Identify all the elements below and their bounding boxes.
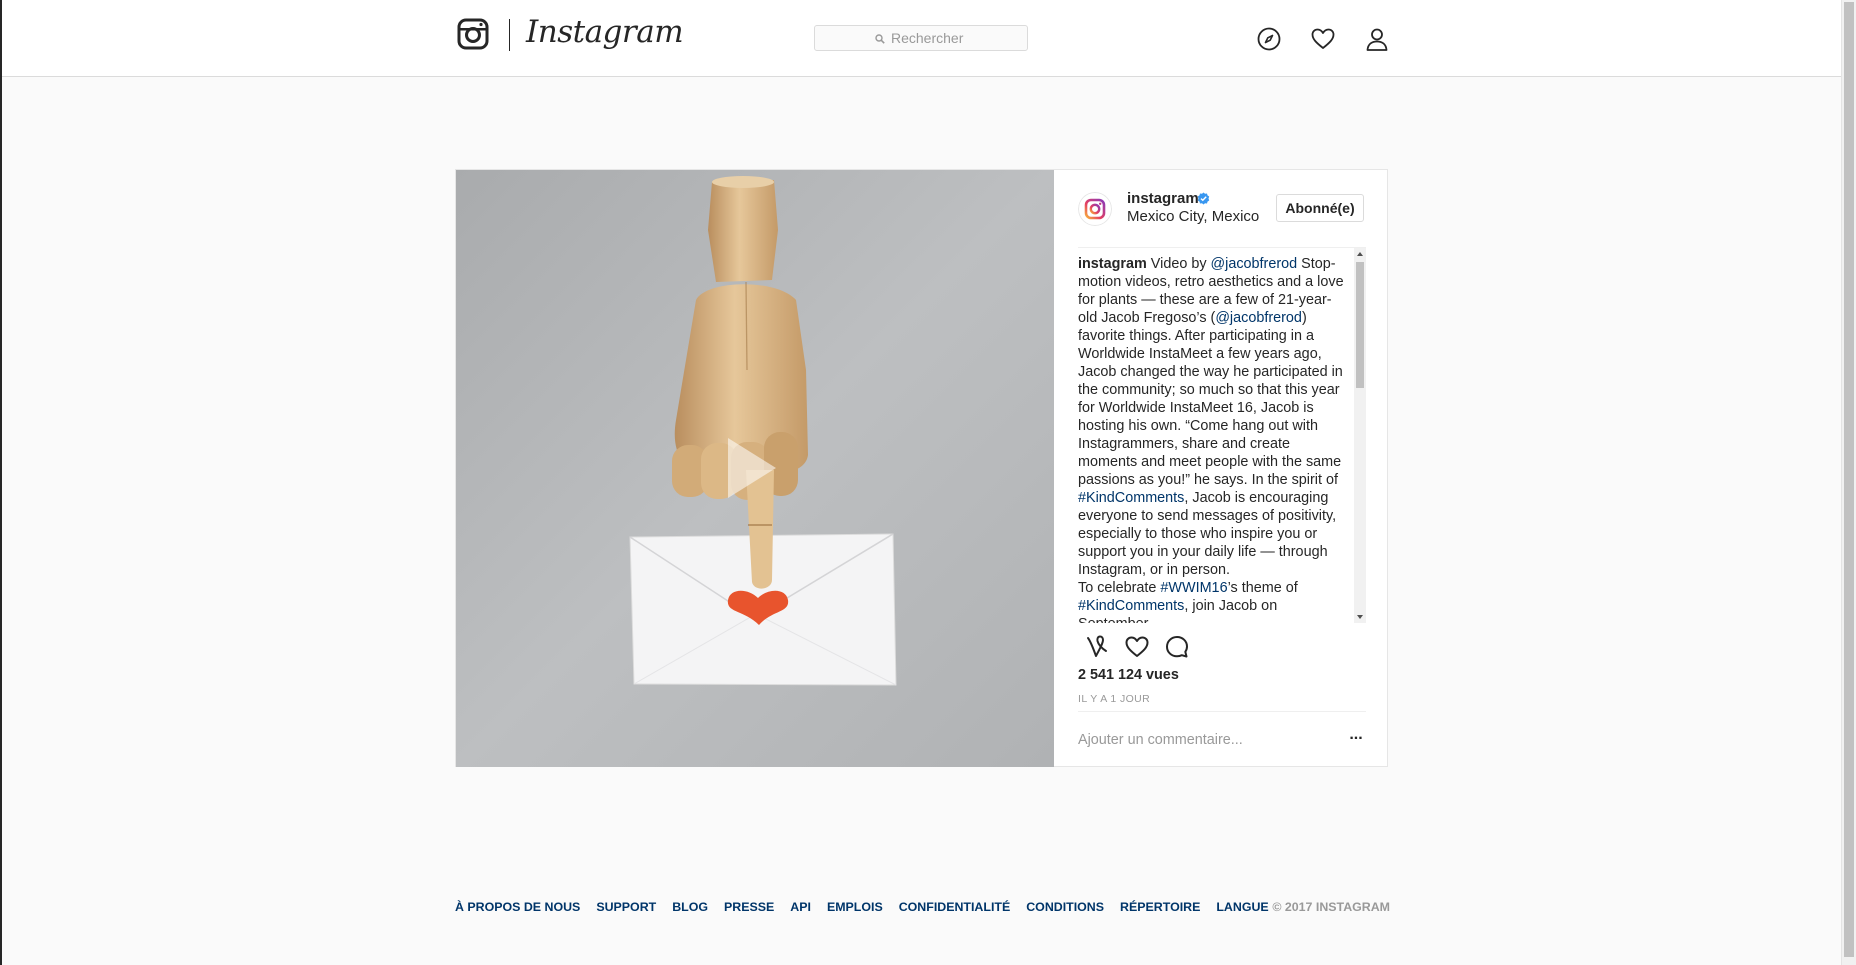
profile-icon[interactable] [1364, 26, 1390, 52]
footer-link-api[interactable]: API [790, 900, 811, 914]
instagram-camera-icon[interactable] [457, 18, 489, 50]
window-edge [0, 0, 2, 965]
page-footer: À PROPOS DE NOUS SUPPORT BLOG PRESSE API… [455, 900, 1390, 920]
profile-avatar[interactable] [1078, 192, 1112, 226]
compass-icon[interactable] [1256, 26, 1282, 52]
hashtag-link[interactable]: #WWIM16 [1160, 580, 1227, 596]
caption-username[interactable]: instagram [1078, 256, 1147, 272]
post-timestamp[interactable]: IL Y A 1 JOUR [1078, 693, 1150, 705]
page-scrollbar[interactable] [1841, 0, 1856, 965]
more-options-button[interactable]: ... [1346, 727, 1366, 748]
logo-divider [509, 19, 510, 51]
heart-icon[interactable] [1310, 26, 1336, 52]
instagram-wordmark[interactable]: Instagram [526, 14, 684, 50]
follow-button[interactable]: Abonné(e) [1276, 194, 1364, 222]
search-box[interactable] [814, 25, 1028, 51]
like-heart-icon[interactable] [1124, 634, 1150, 660]
footer-link-directory[interactable]: RÉPERTOIRE [1120, 900, 1200, 914]
scroll-up-arrow-icon[interactable] [1354, 248, 1366, 260]
footer-link-about[interactable]: À PROPOS DE NOUS [455, 900, 580, 914]
hashtag-link[interactable]: #KindComments [1078, 598, 1184, 614]
footer-link-jobs[interactable]: EMPLOIS [827, 900, 883, 914]
search-icon [875, 34, 885, 44]
footer-links: À PROPOS DE NOUS SUPPORT BLOG PRESSE API… [455, 900, 1285, 914]
scroll-down-arrow-icon[interactable] [1354, 611, 1366, 623]
video-frame [456, 170, 1054, 767]
add-comment-input[interactable] [1078, 728, 1328, 752]
scrollbar-thumb[interactable] [1356, 262, 1364, 388]
post-video[interactable] [456, 170, 1054, 767]
caption-text: Video by [1146, 256, 1211, 272]
footer-link-privacy[interactable]: CONFIDENTIALITÉ [899, 900, 1011, 914]
verified-badge-icon [1197, 192, 1210, 205]
post-sidebar: instagram Mexico City, Mexico Abonné(e) … [1054, 170, 1388, 767]
post-caption: instagram Video by @jacobfrerod Stop-mot… [1078, 255, 1348, 623]
hashtag-link[interactable]: #KindComments [1078, 490, 1184, 506]
footer-link-blog[interactable]: BLOG [672, 900, 708, 914]
caption-scrollbar[interactable] [1354, 248, 1366, 623]
vine-icon[interactable] [1084, 634, 1110, 660]
search-input[interactable] [891, 28, 1021, 48]
caption-text: ) favorite things. After participating i… [1078, 310, 1343, 488]
comment-divider [1078, 711, 1366, 712]
page-scrollbar-thumb[interactable] [1844, 2, 1854, 957]
post-header: instagram Mexico City, Mexico Abonné(e) [1054, 170, 1388, 248]
mention-link[interactable]: @jacobfrerod [1215, 310, 1302, 326]
view-count: 2 541 124 vues [1078, 667, 1179, 683]
caption-text: ’s theme of [1227, 580, 1298, 596]
post-username[interactable]: instagram [1127, 190, 1199, 207]
footer-link-terms[interactable]: CONDITIONS [1026, 900, 1104, 914]
mention-link[interactable]: @jacobfrerod [1211, 256, 1298, 272]
post-card: instagram Mexico City, Mexico Abonné(e) … [455, 169, 1388, 767]
top-navigation-bar: Instagram [2, 0, 1842, 77]
comment-icon[interactable] [1164, 634, 1190, 660]
post-location[interactable]: Mexico City, Mexico [1127, 208, 1259, 225]
footer-link-support[interactable]: SUPPORT [596, 900, 656, 914]
footer-link-press[interactable]: PRESSE [724, 900, 774, 914]
caption-text: To celebrate [1078, 580, 1161, 596]
copyright-text: © 2017 INSTAGRAM [1272, 900, 1390, 914]
post-actions [1078, 630, 1368, 664]
caption-area: instagram Video by @jacobfrerod Stop-mot… [1078, 248, 1376, 623]
footer-link-language[interactable]: LANGUE [1216, 900, 1268, 914]
